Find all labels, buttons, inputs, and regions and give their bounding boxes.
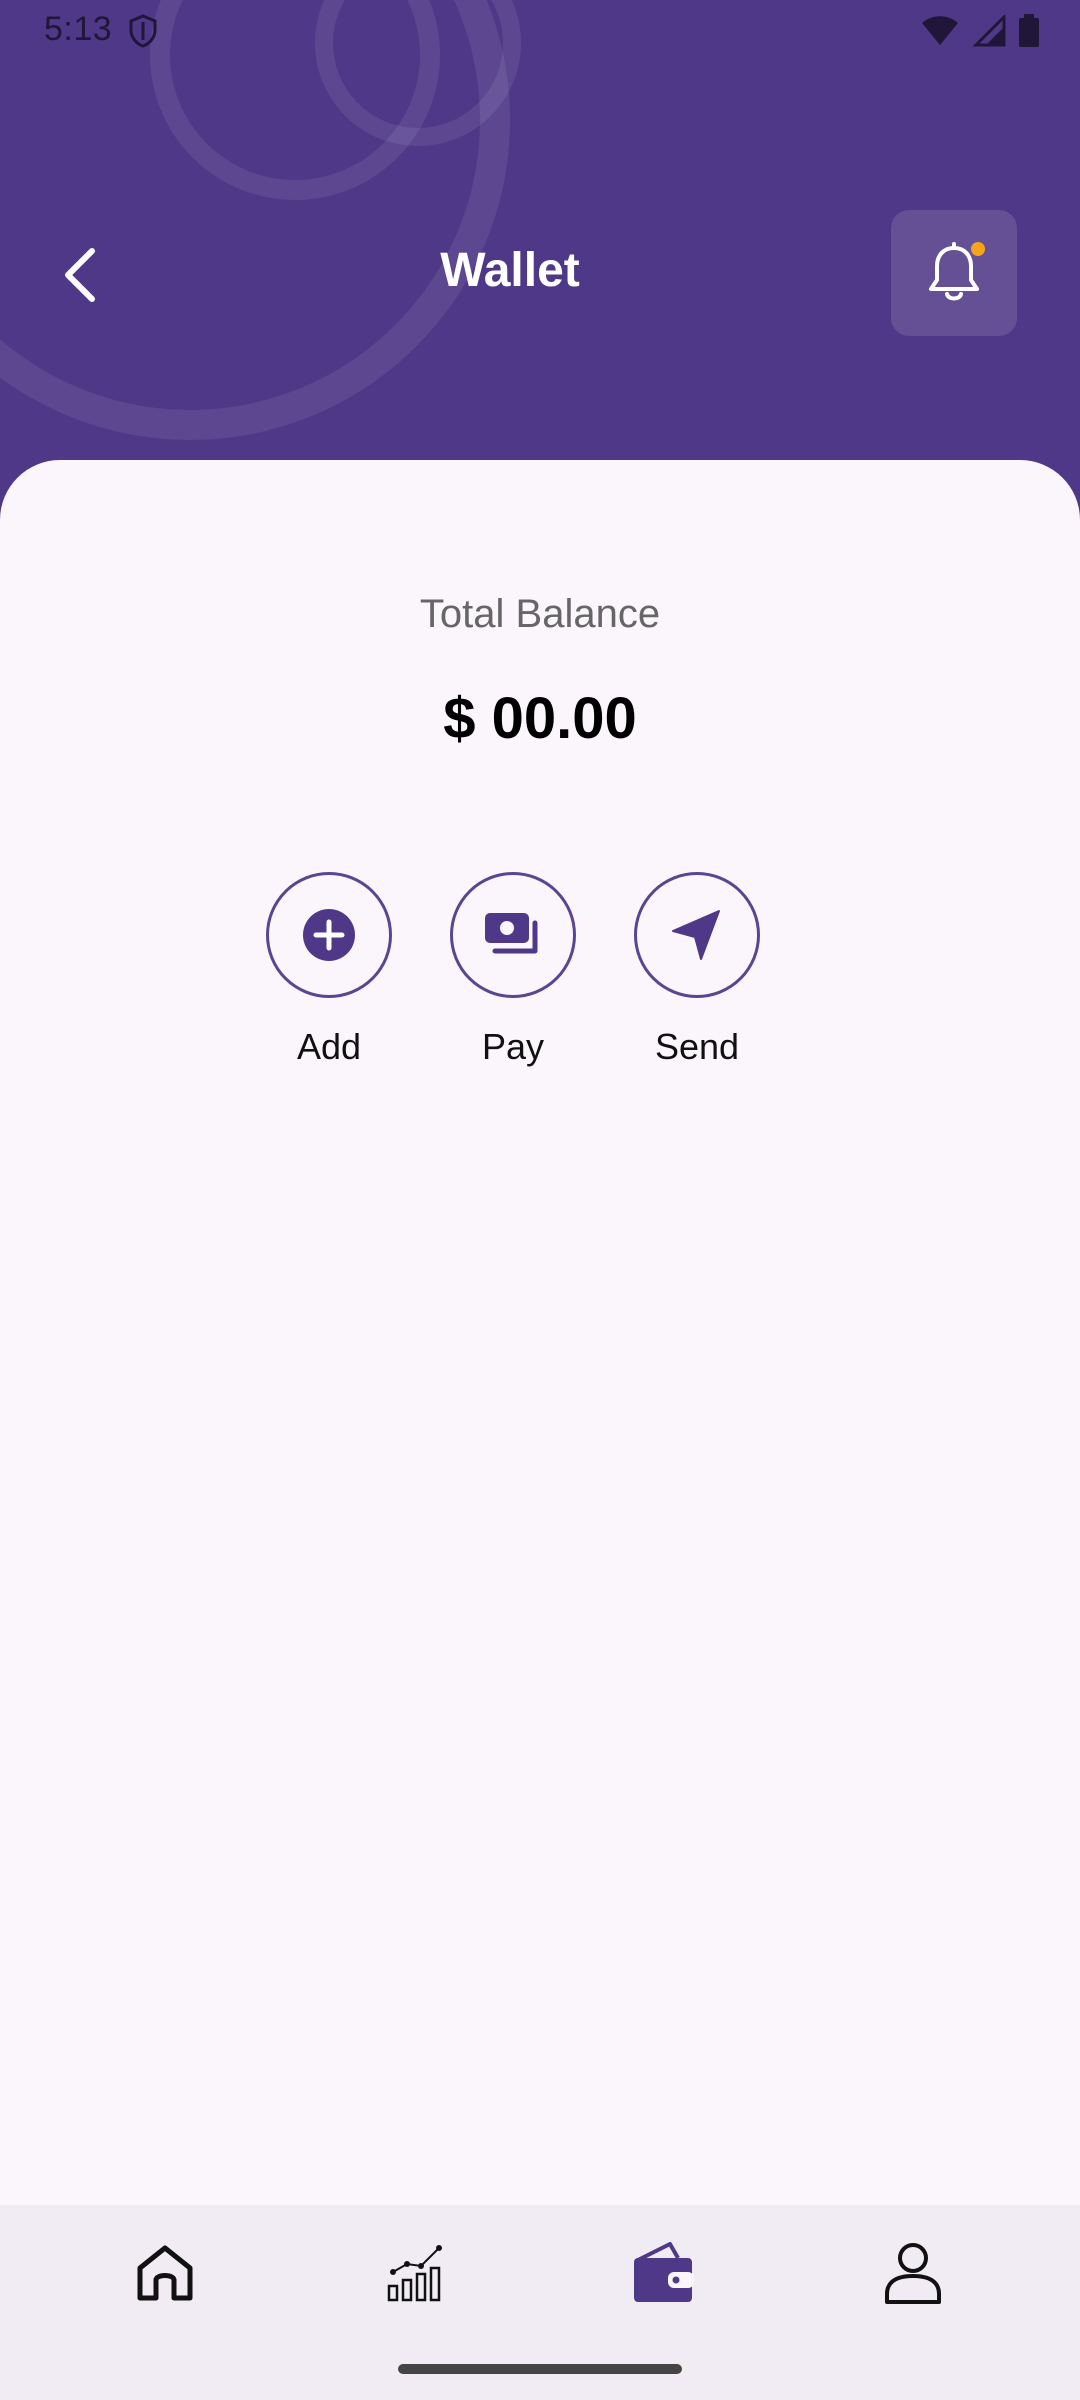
- nav-home[interactable]: [120, 2233, 210, 2313]
- wallet-icon: [634, 2242, 694, 2302]
- shield-icon: [128, 14, 158, 53]
- add-circle-icon: [303, 909, 355, 961]
- nav-wallet[interactable]: [618, 2233, 708, 2313]
- nav-stats[interactable]: [370, 2233, 460, 2313]
- notification-button[interactable]: [891, 210, 1017, 336]
- status-time: 5:13: [44, 10, 113, 48]
- nav-profile[interactable]: [868, 2233, 958, 2313]
- balance-amount: $ 00.00: [443, 686, 637, 751]
- signal-icon: [972, 13, 1006, 52]
- gesture-handle[interactable]: [398, 2364, 682, 2374]
- header: 5:13 Wallet: [0, 0, 1080, 520]
- add-button[interactable]: Add: [264, 872, 394, 1068]
- page-title: Wallet: [440, 244, 580, 297]
- chart-icon: [387, 2245, 442, 2302]
- send-label: Send: [654, 1026, 740, 1067]
- pay-circle[interactable]: [450, 872, 576, 998]
- status-bar: 5:13: [0, 0, 1080, 64]
- add-circle[interactable]: [266, 872, 392, 998]
- pay-label: Pay: [481, 1026, 545, 1067]
- send-circle[interactable]: [634, 872, 760, 998]
- pay-button[interactable]: Pay: [448, 872, 578, 1068]
- system-icons: [920, 13, 1040, 53]
- balance-label: Total Balance: [419, 592, 661, 636]
- home-icon: [137, 2245, 193, 2301]
- wifi-icon: [920, 15, 960, 52]
- send-arrow-icon: [672, 910, 720, 960]
- profile-icon: [885, 2243, 941, 2304]
- cash-icon: [485, 913, 538, 954]
- notification-dot: [971, 242, 985, 256]
- battery-icon: [1018, 14, 1040, 53]
- add-label: Add: [296, 1026, 362, 1067]
- send-button[interactable]: Send: [632, 872, 762, 1068]
